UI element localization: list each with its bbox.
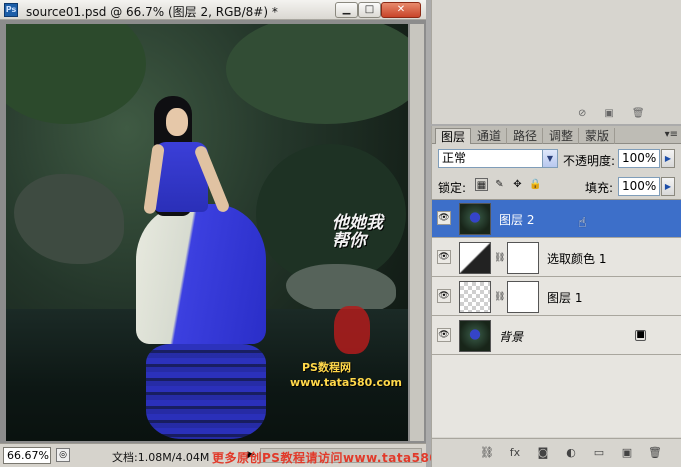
layers-footer-toolbar: ⛓ fx ◙ ◐ ▭ ▣ 🗑 — [432, 438, 681, 467]
layer-row-layer1[interactable]: 👁 ⛓ 图层 1 — [432, 278, 681, 316]
blend-mode-select[interactable]: 正常 ▼ — [438, 149, 558, 168]
document-title: source01.psd @ 66.7% (图层 2, RGB/8#) * — [26, 5, 278, 19]
tab-channels[interactable]: 通道 — [472, 128, 508, 144]
calligraphy-text: 他她我帮你 — [332, 213, 383, 251]
upper-panel-icons[interactable]: ⊘▣🗑 — [578, 108, 663, 119]
document-titlebar[interactable]: Ps source01.psd @ 66.7% (图层 2, RGB/8#) *… — [0, 0, 426, 20]
eye-icon[interactable]: 👁 — [437, 289, 451, 303]
rock-shape — [14, 174, 124, 264]
tab-masks[interactable]: 蒙版 — [580, 128, 616, 144]
lock-move-icon[interactable]: ✥ — [511, 178, 524, 191]
layer-row-layer2[interactable]: 👁 图层 2 ☝ — [432, 200, 681, 238]
eye-icon[interactable]: 👁 — [437, 250, 451, 264]
dress-skirt — [136, 204, 266, 344]
new-layer-icon[interactable]: ▣ — [619, 445, 635, 461]
zoom-field[interactable]: 66.67% — [3, 447, 51, 464]
document-size-info: 文档:1.08M/4.04M — [112, 451, 210, 464]
close-button[interactable]: ✕ — [381, 2, 421, 18]
lock-transparent-icon[interactable]: ▦ — [475, 178, 488, 191]
tab-layers[interactable]: 图层 — [435, 128, 472, 144]
mask-thumbnail — [507, 281, 539, 313]
photoshop-app-icon: Ps — [4, 3, 18, 17]
fx-icon[interactable]: fx — [507, 445, 523, 461]
photoshop-window: Ps source01.psd @ 66.7% (图层 2, RGB/8#) *… — [0, 0, 681, 467]
lock-brush-icon[interactable]: ✎ — [493, 178, 506, 191]
chevron-down-icon: ▼ — [542, 150, 557, 167]
trash-icon[interactable]: 🗑 — [647, 445, 663, 461]
layer-name: 图层 2 — [499, 213, 535, 227]
adjustment-icon[interactable]: ◐ — [563, 445, 579, 461]
layer-name: 选取颜色 1 — [547, 252, 607, 266]
eye-icon[interactable]: 👁 — [437, 328, 451, 342]
link-icon[interactable]: ⛓ — [479, 445, 495, 461]
link-chain-icon: ⛓ — [494, 292, 506, 302]
document-window: Ps source01.psd @ 66.7% (图层 2, RGB/8#) *… — [0, 0, 426, 467]
face — [166, 108, 188, 136]
tab-paths[interactable]: 路径 — [508, 128, 544, 144]
adjustment-thumbnail — [459, 242, 491, 274]
fill-slider-button[interactable]: ▶ — [661, 177, 675, 196]
panel-tabs: 图层 通道 路径 调整 蒙版 ▾≡ — [432, 126, 681, 144]
eye-icon[interactable]: 👁 — [437, 211, 451, 225]
layers-panel: 图层 通道 路径 调整 蒙版 ▾≡ 正常 ▼ 不透明度: 100% ▶ 锁定: … — [431, 126, 681, 467]
minimize-button[interactable]: ▁ — [335, 2, 358, 18]
folder-icon[interactable]: ▭ — [591, 445, 607, 461]
status-icon[interactable]: ◎ — [56, 448, 70, 462]
tab-adjustments[interactable]: 调整 — [544, 128, 580, 144]
fill-label: 填充: — [585, 181, 614, 195]
link-chain-icon: ⛓ — [494, 253, 506, 263]
upper-panel — [431, 0, 681, 124]
layer-list: 👁 图层 2 ☝ 👁 ⛓ 选取颜色 1 👁 ⛓ 图层 1 👁 背景 ■ — [432, 199, 681, 437]
rock-shape — [286, 264, 396, 314]
lock-icon: ■ — [635, 330, 646, 341]
layer-thumbnail — [459, 320, 491, 352]
blend-mode-value: 正常 — [442, 151, 467, 165]
foliage-shape — [6, 24, 146, 124]
mask-thumbnail — [507, 242, 539, 274]
layer-thumbnail — [459, 281, 491, 313]
hand-cursor-icon: ☝ — [578, 215, 587, 231]
panel-menu-icon[interactable]: ▾≡ — [665, 129, 678, 140]
lock-all-icon[interactable]: 🔒 — [529, 178, 542, 191]
document-image[interactable]: 他她我帮你 PS数程网 www.tata580.com — [6, 24, 408, 441]
fill-field[interactable]: 100% — [618, 177, 660, 196]
mask-icon[interactable]: ◙ — [535, 445, 551, 461]
water-reflection — [146, 344, 266, 439]
lock-label: 锁定: — [438, 181, 467, 195]
layer-name: 图层 1 — [547, 291, 583, 305]
layer-row-selective-color[interactable]: 👁 ⛓ 选取颜色 1 — [432, 239, 681, 277]
layer-name: 背景 — [499, 330, 524, 344]
layer-row-background[interactable]: 👁 背景 ■ — [432, 317, 681, 355]
canvas-area[interactable]: 他她我帮你 PS数程网 www.tata580.com — [0, 20, 426, 443]
opacity-field[interactable]: 100% — [618, 149, 660, 168]
watermark-url: www.tata580.com — [290, 376, 403, 389]
red-seal-stamp — [334, 306, 370, 354]
maximize-button[interactable]: □ — [358, 2, 381, 18]
opacity-slider-button[interactable]: ▶ — [661, 149, 675, 168]
vertical-scrollbar[interactable] — [410, 24, 424, 441]
layer-thumbnail — [459, 203, 491, 235]
foliage-shape — [226, 24, 408, 124]
opacity-label: 不透明度: — [563, 154, 616, 168]
watermark-site-name: PS数程网 — [302, 361, 351, 374]
